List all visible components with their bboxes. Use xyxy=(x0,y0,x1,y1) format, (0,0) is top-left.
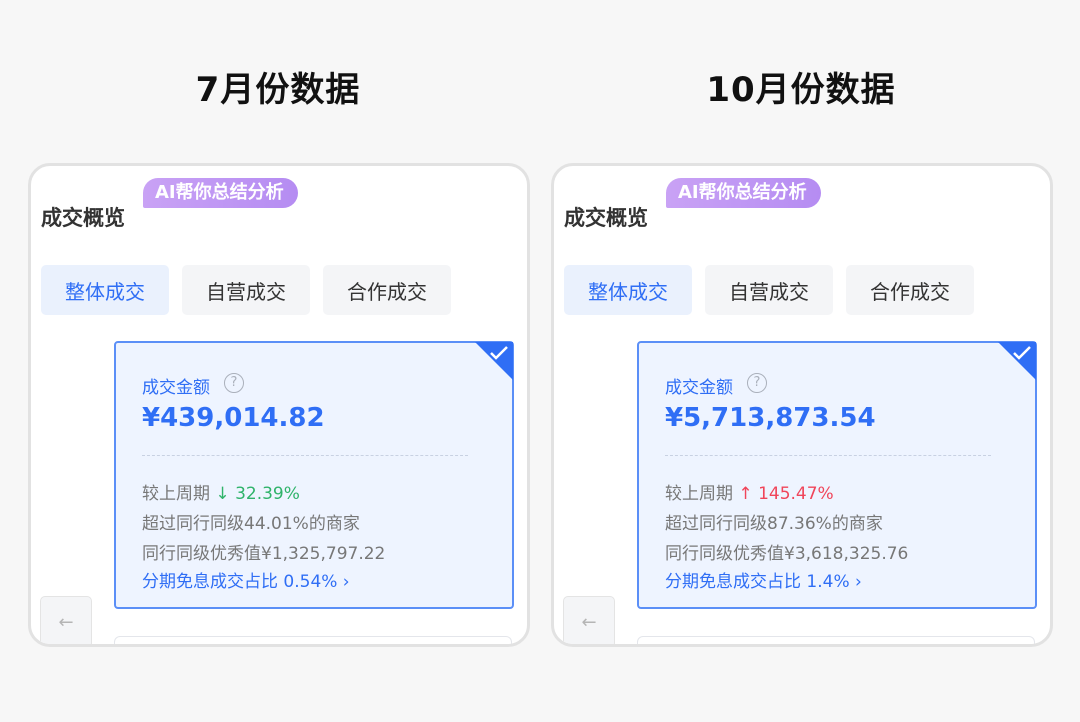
installment-link[interactable]: 分期免息成交占比 0.54% › xyxy=(142,567,350,592)
arrow-left-icon: ← xyxy=(581,611,597,633)
panel-july: 7月份数据 成交概览 AI帮你总结分析 整体成交 自营成交 合作成交 成交金额 … xyxy=(28,0,530,722)
metric-value: ¥5,713,873.54 xyxy=(665,403,876,433)
phone-frame: 成交概览 AI帮你总结分析 整体成交 自营成交 合作成交 成交金额 ? ¥439… xyxy=(28,163,530,647)
divider xyxy=(142,455,468,456)
panel-heading: 7月份数据 xyxy=(195,70,361,110)
ai-summary-button[interactable]: AI帮你总结分析 xyxy=(666,178,821,208)
tab-cooperation[interactable]: 合作成交 xyxy=(846,265,974,315)
compare-label: 较上周期 xyxy=(142,484,210,504)
help-icon[interactable]: ? xyxy=(747,373,767,393)
overview-title: 成交概览 xyxy=(564,206,648,230)
peer-rank: 超过同行同级44.01%的商家 xyxy=(142,514,360,534)
tab-overall[interactable]: 整体成交 xyxy=(564,265,692,315)
arrow-left-icon: ← xyxy=(58,611,74,633)
phone-frame: 成交概览 AI帮你总结分析 整体成交 自营成交 合作成交 成交金额 ? ¥5,7… xyxy=(551,163,1053,647)
tab-bar: 整体成交 自营成交 合作成交 xyxy=(41,265,451,315)
change-value: 32.39% xyxy=(235,484,300,504)
compare-row: 较上周期 ↑ 145.47% xyxy=(665,479,834,504)
panel-october: 10月份数据 成交概览 AI帮你总结分析 整体成交 自营成交 合作成交 成交金额… xyxy=(551,0,1053,722)
arrow-down-icon: ↓ xyxy=(215,484,230,504)
metric-label: 成交金额 xyxy=(665,378,733,398)
check-icon xyxy=(490,346,508,360)
back-button[interactable]: ← xyxy=(40,596,92,644)
peer-rank: 超过同行同级87.36%的商家 xyxy=(665,514,883,534)
back-button[interactable]: ← xyxy=(563,596,615,644)
peer-excellent: 同行同级优秀值¥3,618,325.76 xyxy=(665,544,909,564)
tab-overall[interactable]: 整体成交 xyxy=(41,265,169,315)
metric-label: 成交金额 xyxy=(142,378,210,398)
tab-bar: 整体成交 自营成交 合作成交 xyxy=(564,265,974,315)
overview-title: 成交概览 xyxy=(41,206,125,230)
ai-summary-button[interactable]: AI帮你总结分析 xyxy=(143,178,298,208)
tab-self-operated[interactable]: 自营成交 xyxy=(705,265,833,315)
arrow-up-icon: ↑ xyxy=(738,484,753,504)
metric-card-gmv[interactable]: 成交金额 ? ¥5,713,873.54 较上周期 ↑ 145.47% 超过同行… xyxy=(637,341,1037,609)
metric-card-gmv[interactable]: 成交金额 ? ¥439,014.82 较上周期 ↓ 32.39% 超过同行同级4… xyxy=(114,341,514,609)
compare-label: 较上周期 xyxy=(665,484,733,504)
metric-value: ¥439,014.82 xyxy=(142,403,325,433)
change-value: 145.47% xyxy=(758,484,834,504)
divider xyxy=(665,455,991,456)
next-metric-card[interactable] xyxy=(637,636,1035,644)
installment-link[interactable]: 分期免息成交占比 1.4% › xyxy=(665,567,862,592)
help-icon[interactable]: ? xyxy=(224,373,244,393)
check-icon xyxy=(1013,346,1031,360)
compare-row: 较上周期 ↓ 32.39% xyxy=(142,479,300,504)
peer-excellent: 同行同级优秀值¥1,325,797.22 xyxy=(142,544,386,564)
panel-heading: 10月份数据 xyxy=(706,70,896,110)
tab-self-operated[interactable]: 自营成交 xyxy=(182,265,310,315)
tab-cooperation[interactable]: 合作成交 xyxy=(323,265,451,315)
next-metric-card[interactable] xyxy=(114,636,512,644)
